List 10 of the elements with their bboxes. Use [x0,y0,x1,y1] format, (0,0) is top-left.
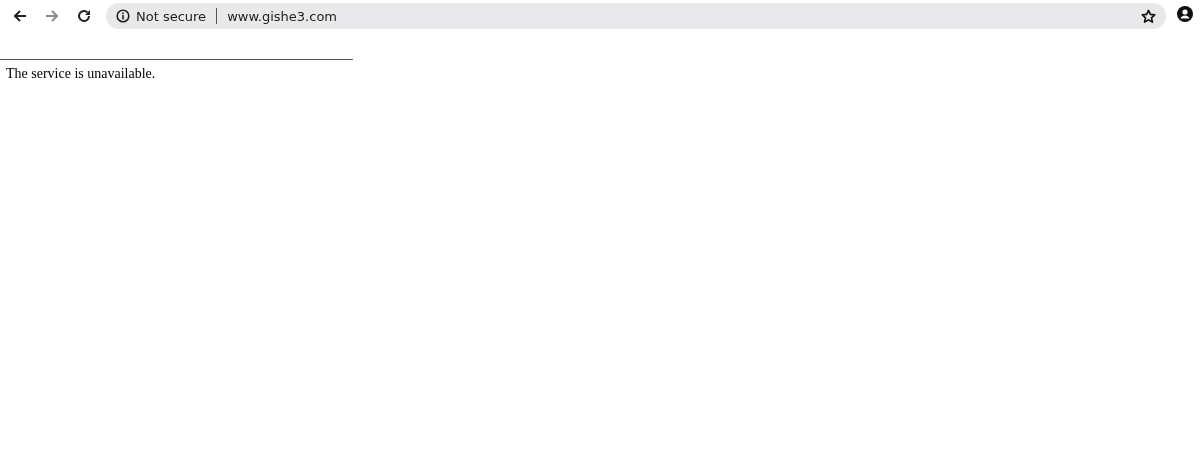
info-icon [116,9,130,23]
reload-icon [76,8,92,24]
security-label: Not secure [136,8,207,24]
back-arrow-icon [12,8,28,24]
forward-arrow-icon [44,8,60,24]
error-message: The service is unavailable. [6,66,156,82]
address-bar[interactable]: Not secure www.gishe3.com [106,3,1166,29]
star-icon[interactable] [1141,8,1156,24]
url-text: www.gishe3.com [227,8,338,24]
profile-icon[interactable] [1176,5,1194,23]
